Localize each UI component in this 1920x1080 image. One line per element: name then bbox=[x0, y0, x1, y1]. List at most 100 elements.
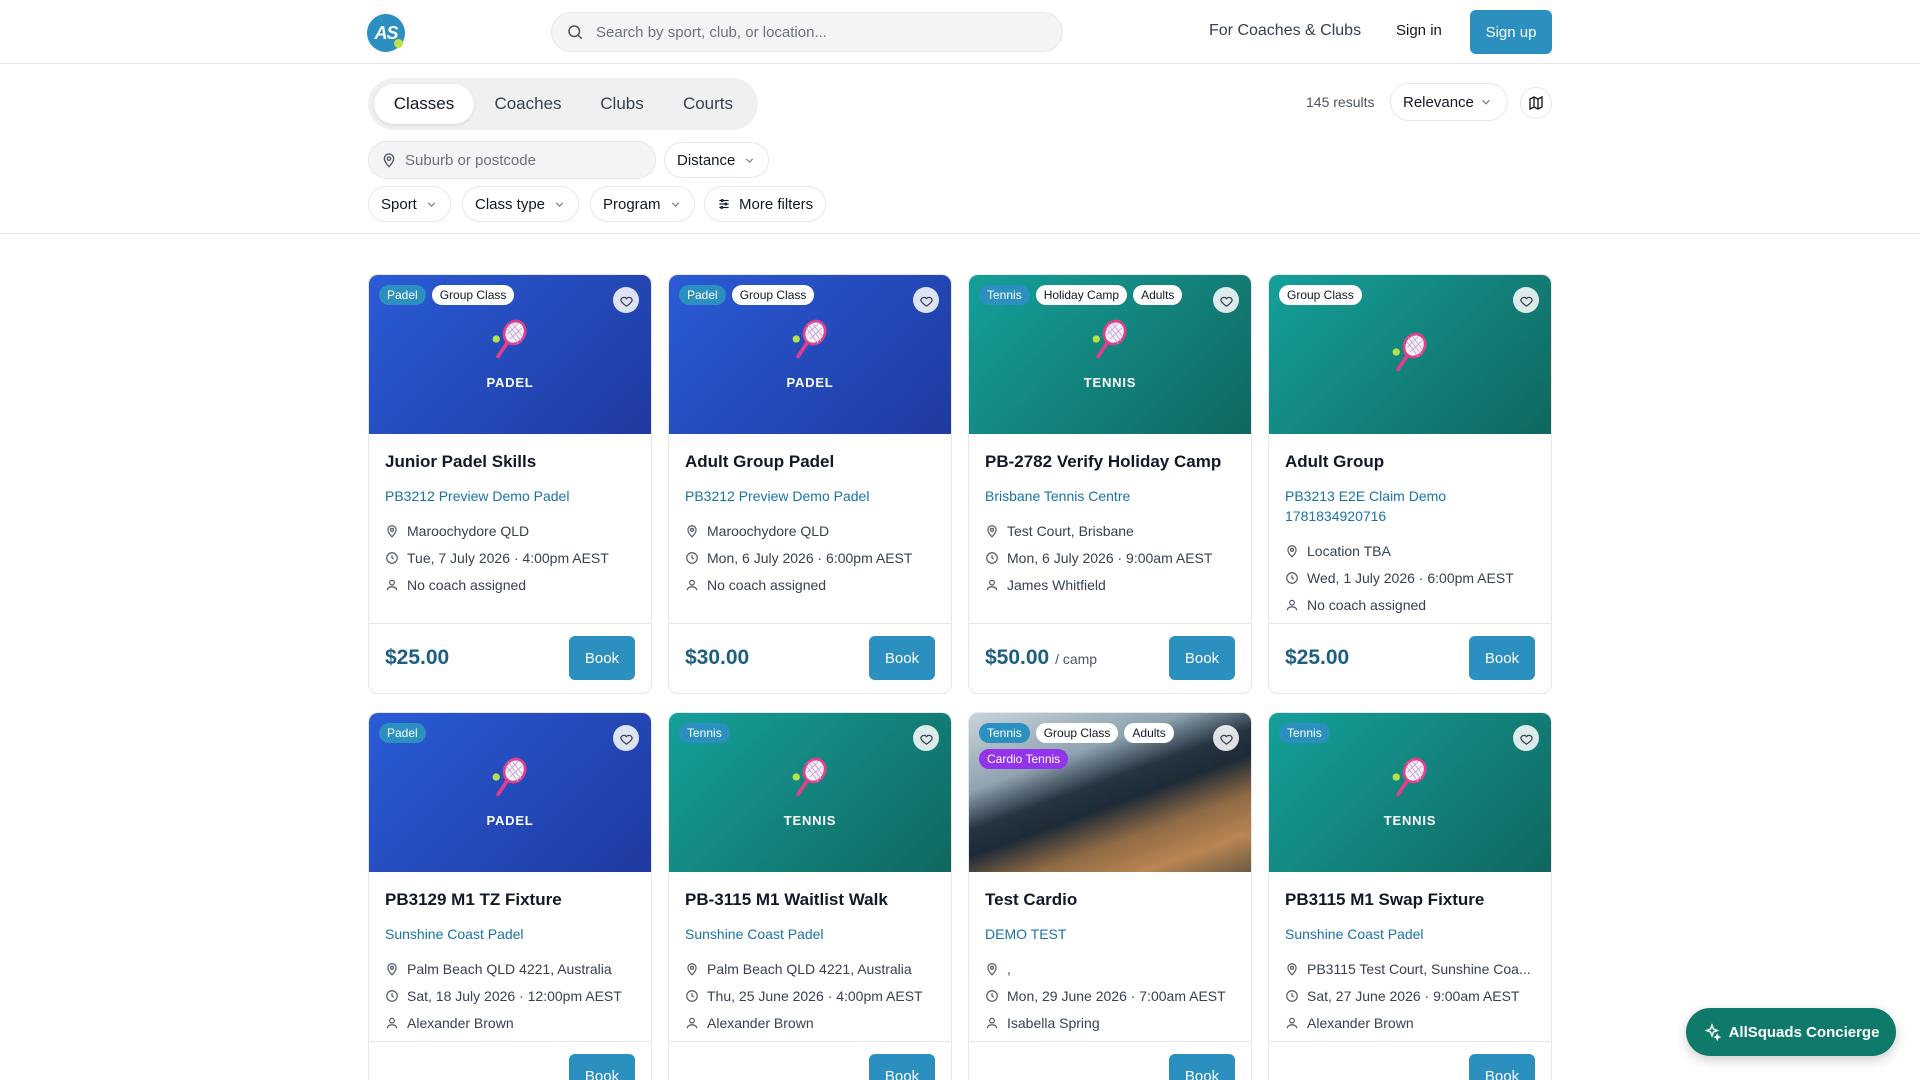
racket-icon bbox=[1392, 332, 1427, 372]
favorite-button[interactable] bbox=[1513, 287, 1539, 313]
racket-icon bbox=[792, 757, 827, 797]
coach-text: Isabella Spring bbox=[1007, 1015, 1100, 1031]
book-button[interactable]: Book bbox=[1169, 1054, 1235, 1080]
class-card[interactable]: Padel Group Class PADEL Junior Padel Skil… bbox=[368, 274, 652, 694]
book-button[interactable]: Book bbox=[869, 636, 935, 680]
tab-coaches[interactable]: Coaches bbox=[478, 84, 578, 124]
map-pin-icon bbox=[387, 525, 397, 538]
club-link[interactable]: Sunshine Coast Padel bbox=[385, 924, 635, 944]
coach-text: No coach assigned bbox=[707, 577, 827, 593]
search-input[interactable] bbox=[596, 23, 1036, 41]
class-datetime: Thu, 25 June 2026 · 4:00pm AEST bbox=[685, 987, 935, 1006]
club-link[interactable]: Brisbane Tennis Centre bbox=[985, 486, 1235, 506]
user-icon bbox=[1286, 599, 1298, 611]
class-title[interactable]: Adult Group bbox=[1285, 452, 1535, 472]
class-title[interactable]: Adult Group Padel bbox=[685, 452, 935, 472]
results-count: 145 results bbox=[1306, 94, 1375, 110]
class-tag: Group Class bbox=[1035, 723, 1119, 743]
clock-icon bbox=[686, 990, 698, 1002]
book-button[interactable]: Book bbox=[1169, 636, 1235, 680]
club-link[interactable]: PB3212 Preview Demo Padel bbox=[685, 486, 935, 506]
chevron-down-icon bbox=[746, 157, 754, 163]
racket-icon bbox=[1092, 319, 1127, 359]
class-card[interactable]: Tennis Group Class Adults Cardio Tennis Tes… bbox=[968, 712, 1252, 1080]
user-icon bbox=[1286, 1017, 1298, 1029]
sport-label: PADEL bbox=[486, 813, 534, 828]
user-icon bbox=[986, 579, 998, 591]
map-view-button[interactable] bbox=[1520, 87, 1552, 119]
class-datetime: Mon, 6 July 2026 · 6:00pm AEST bbox=[685, 549, 935, 568]
favorite-button[interactable] bbox=[613, 725, 639, 751]
class-title[interactable]: PB-2782 Verify Holiday Camp bbox=[985, 452, 1235, 472]
class-location: Palm Beach QLD 4221, Australia bbox=[685, 960, 935, 979]
map-pin-icon bbox=[1287, 963, 1297, 976]
class-title[interactable]: PB-3115 M1 Waitlist Walk bbox=[685, 890, 935, 910]
class-tag: Group Class bbox=[431, 285, 515, 305]
book-button[interactable]: Book bbox=[1469, 1054, 1535, 1080]
coach-text: Alexander Brown bbox=[407, 1015, 514, 1031]
book-button[interactable]: Book bbox=[569, 1054, 635, 1080]
distance-filter[interactable]: Distance bbox=[664, 142, 770, 178]
location-input[interactable] bbox=[405, 151, 645, 169]
concierge-button[interactable]: AllSquads Concierge bbox=[1686, 1008, 1896, 1056]
clock-icon bbox=[986, 552, 998, 564]
card-tags: Padel bbox=[379, 723, 609, 743]
location-filter[interactable] bbox=[368, 141, 656, 179]
favorite-button[interactable] bbox=[613, 287, 639, 313]
class-card[interactable]: Padel Group Class PADEL Adult Group Padel… bbox=[668, 274, 952, 694]
club-link[interactable]: PB3213 E2E Claim Demo 1781834920716 bbox=[1285, 486, 1535, 526]
price-value: $25.00 bbox=[385, 646, 450, 669]
program-label: Program bbox=[603, 195, 661, 213]
class-price: $50.00 / camp bbox=[985, 646, 1097, 670]
class-title[interactable]: PB3115 M1 Swap Fixture bbox=[1285, 890, 1535, 910]
heart-icon bbox=[1219, 296, 1233, 307]
sign-up-button[interactable]: Sign up bbox=[1470, 10, 1552, 54]
class-card[interactable]: Padel PADEL PB3129 M1 TZ Fixture Sunshin… bbox=[368, 712, 652, 1080]
search-bar[interactable] bbox=[551, 12, 1063, 52]
class-datetime: Tue, 7 July 2026 · 4:00pm AEST bbox=[385, 549, 635, 568]
sport-label: TENNIS bbox=[1383, 813, 1437, 828]
favorite-button[interactable] bbox=[913, 725, 939, 751]
class-card[interactable]: Tennis TENNIS PB3115 M1 Swap Fixture Sun… bbox=[1268, 712, 1552, 1080]
sort-dropdown[interactable]: Relevance bbox=[1390, 83, 1508, 121]
chevron-down-icon bbox=[555, 201, 564, 207]
class-title[interactable]: Test Cardio bbox=[985, 890, 1235, 910]
class-tag: Tennis bbox=[979, 285, 1030, 305]
book-button[interactable]: Book bbox=[1469, 636, 1535, 680]
favorite-button[interactable] bbox=[1213, 725, 1239, 751]
location-text: PB3115 Test Court, Sunshine Coa... bbox=[1307, 961, 1531, 977]
club-link[interactable]: PB3212 Preview Demo Padel bbox=[385, 486, 635, 506]
allsquads-logo[interactable]: AS bbox=[367, 14, 405, 52]
program-filter[interactable]: Program bbox=[590, 186, 695, 222]
more-filters-button[interactable]: More filters bbox=[704, 186, 827, 222]
class-tag: Holiday Camp bbox=[1035, 285, 1128, 305]
book-button[interactable]: Book bbox=[869, 1054, 935, 1080]
card-tags: Group Class bbox=[1279, 285, 1509, 305]
class-title[interactable]: PB3129 M1 TZ Fixture bbox=[385, 890, 635, 910]
tab-clubs[interactable]: Clubs bbox=[582, 84, 662, 124]
heart-icon bbox=[1519, 734, 1533, 745]
class-card[interactable]: Tennis Holiday Camp Adults TENNIS PB-2782 … bbox=[968, 274, 1252, 694]
class-tag: Tennis bbox=[979, 723, 1030, 743]
for-coaches-link[interactable]: For Coaches & Clubs bbox=[1209, 22, 1361, 40]
club-link[interactable]: Sunshine Coast Padel bbox=[685, 924, 935, 944]
datetime-text: Thu, 25 June 2026 · 4:00pm AEST bbox=[707, 988, 923, 1004]
card-tags: Tennis bbox=[1279, 723, 1509, 743]
sign-in-link[interactable]: Sign in bbox=[1396, 22, 1442, 39]
class-title[interactable]: Junior Padel Skills bbox=[385, 452, 635, 472]
card-hero-image: Tennis Group Class Adults Cardio Tennis bbox=[969, 713, 1251, 872]
favorite-button[interactable] bbox=[1513, 725, 1539, 751]
class-tag: Tennis bbox=[679, 723, 730, 743]
tab-courts[interactable]: Courts bbox=[666, 84, 750, 124]
class-location: Palm Beach QLD 4221, Australia bbox=[385, 960, 635, 979]
book-button[interactable]: Book bbox=[569, 636, 635, 680]
favorite-button[interactable] bbox=[1213, 287, 1239, 313]
class-card[interactable]: Tennis TENNIS PB-3115 M1 Waitlist Walk S… bbox=[668, 712, 952, 1080]
favorite-button[interactable] bbox=[913, 287, 939, 313]
club-link[interactable]: Sunshine Coast Padel bbox=[1285, 924, 1535, 944]
sport-filter[interactable]: Sport bbox=[368, 186, 451, 222]
tab-classes[interactable]: Classes bbox=[374, 84, 474, 124]
club-link[interactable]: DEMO TEST bbox=[985, 924, 1235, 944]
class-card[interactable]: Group Class Adult Group PB3213 E2E Claim… bbox=[1268, 274, 1552, 694]
class-type-filter[interactable]: Class type bbox=[462, 186, 580, 222]
